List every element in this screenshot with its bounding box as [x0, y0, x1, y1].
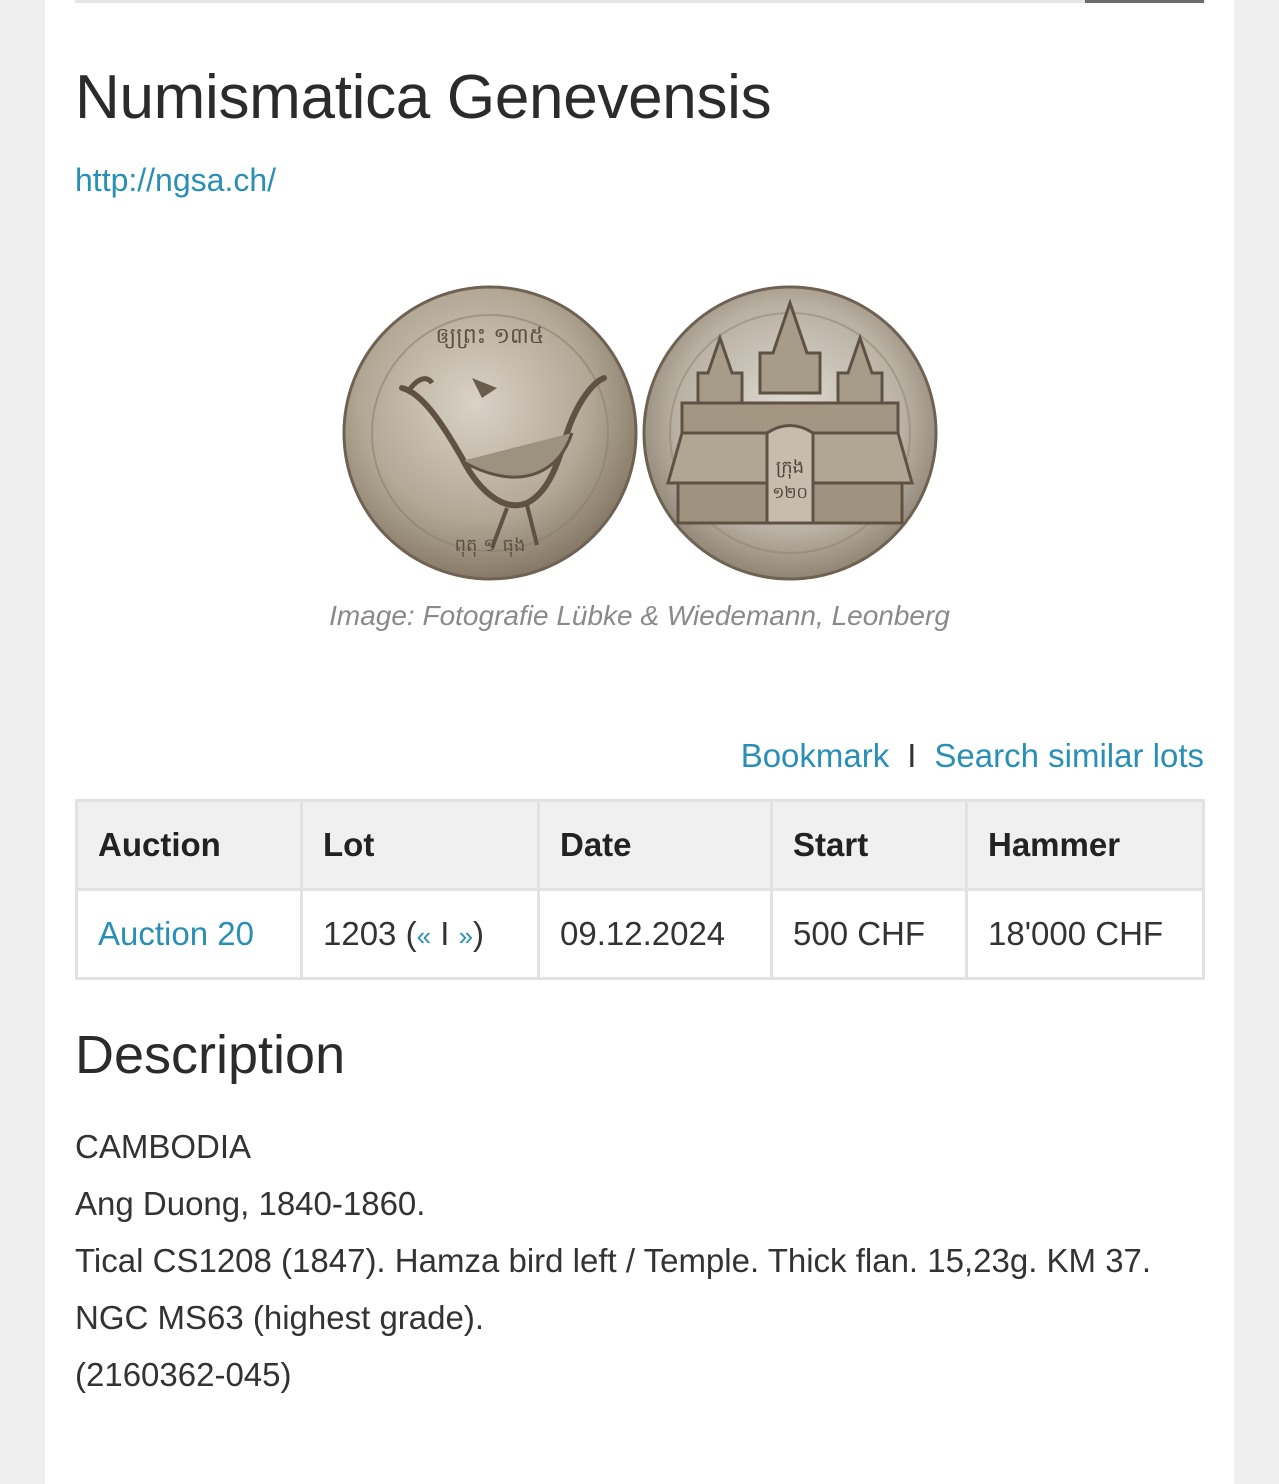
svg-text:ក្រុង: ក្រុង — [776, 457, 804, 479]
hammer-price-cell: 18'000 CHF — [965, 888, 1205, 980]
previous-lot-link[interactable]: « — [417, 921, 431, 951]
lot-number: 1203 — [323, 915, 397, 952]
column-header-hammer: Hammer — [965, 799, 1205, 891]
image-caption: Image: Fotografie Lübke & Wiedemann, Leo… — [329, 600, 950, 631]
lot-actions: Bookmark I Search similar lots — [741, 737, 1204, 775]
temple-coin-icon: ក្រុង ១២០ — [642, 285, 938, 581]
auction-link[interactable]: Auction 20 — [98, 915, 254, 952]
column-header-lot: Lot — [300, 799, 540, 891]
top-divider — [75, 0, 1205, 3]
page: Numismatica Genevensis http://ngsa.ch/ ឲ… — [45, 0, 1234, 1484]
lot-nav-separator: I — [440, 915, 450, 952]
hamza-bird-coin-icon: ឲ្យព្រះ ១៣៥ ពុតុ ១ ធុង — [342, 285, 638, 581]
description-heading: Description — [75, 1025, 346, 1085]
lot-nav-close-paren: ) — [473, 915, 485, 952]
next-lot-link[interactable]: » — [459, 921, 473, 951]
table-row: Auction 20 1203 (« I ») 09.12.2024 500 C… — [75, 888, 1205, 980]
page-title: Numismatica Genevensis — [75, 63, 772, 132]
column-header-auction: Auction — [75, 799, 303, 891]
website-link[interactable]: http://ngsa.ch/ — [75, 162, 276, 199]
lot-cell: 1203 (« I ») — [300, 888, 540, 980]
table-header-row: Auction Lot Date Start Hammer — [75, 799, 1205, 891]
description-line: NGC MS63 (highest grade). — [75, 1299, 485, 1336]
search-similar-lots-link[interactable]: Search similar lots — [934, 737, 1204, 774]
column-header-date: Date — [537, 799, 773, 891]
svg-text:១២០: ១២០ — [772, 483, 808, 502]
start-price-cell: 500 CHF — [770, 888, 968, 980]
bookmark-link[interactable]: Bookmark — [741, 737, 890, 774]
top-tab-indicator — [1085, 0, 1204, 3]
lot-table: Auction Lot Date Start Hammer Auction 20… — [75, 799, 1205, 980]
actions-separator: I — [907, 737, 917, 774]
lot-nav-open-paren: ( — [405, 915, 417, 952]
description-line: Ang Duong, 1840-1860. — [75, 1185, 426, 1222]
auction-cell: Auction 20 — [75, 888, 303, 980]
date-cell: 09.12.2024 — [537, 888, 773, 980]
description-body: CAMBODIA Ang Duong, 1840-1860. Tical CS1… — [75, 1118, 1205, 1403]
description-line: Tical CS1208 (1847). Hamza bird left / T… — [75, 1242, 1152, 1279]
description-line: CAMBODIA — [75, 1128, 252, 1165]
column-header-start: Start — [770, 799, 968, 891]
svg-text:ឲ្យព្រះ ១៣៥: ឲ្យព្រះ ១៣៥ — [436, 324, 545, 349]
coin-image[interactable]: ឲ្យព្រះ ១៣៥ ពុតុ ១ ធុង ក្រុង ១២០ — [342, 283, 938, 583]
description-line: (2160362-045) — [75, 1356, 292, 1393]
svg-text:ពុតុ ១ ធុង: ពុតុ ១ ធុង — [455, 535, 526, 557]
